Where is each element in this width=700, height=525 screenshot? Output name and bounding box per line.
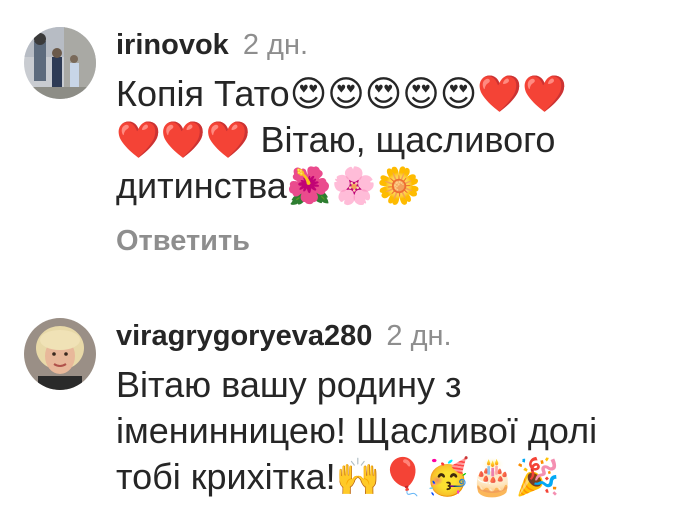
comment-meta: irinovok 2 дн. (116, 27, 680, 63)
woman-portrait-avatar-icon (24, 318, 96, 390)
comment-text-line: Вітаю вашу родину з (116, 364, 462, 405)
comment-content: viragrygoryeva280 2 дн. Вітаю вашу родин… (116, 318, 680, 500)
username[interactable]: viragrygoryeva280 (116, 320, 372, 352)
comment-text-line: ❤️❤️❤️ Вітаю, щасливого (116, 119, 556, 160)
avatar[interactable] (24, 318, 96, 390)
comment-text: Вітаю вашу родину з іменинницею! Щасливо… (116, 362, 680, 500)
comment-text-line: тобі крихітка!🙌🎈🥳🎂🎉 (116, 456, 560, 497)
username[interactable]: irinovok (116, 29, 229, 61)
comment-text: Копія Тато😍😍😍😍😍❤️❤️ ❤️❤️❤️ Вітаю, щаслив… (116, 71, 680, 209)
avatar[interactable] (24, 27, 96, 99)
family-photo-avatar-icon (24, 27, 96, 99)
timestamp: 2 дн. (242, 29, 309, 61)
comment-meta: viragrygoryeva280 2 дн. (116, 318, 680, 354)
comment-text-line: Копія Тато😍😍😍😍😍❤️❤️ (116, 73, 567, 114)
comment-text-line: іменинницею! Щасливої долі (116, 410, 598, 451)
reply-button[interactable]: Ответить (116, 225, 680, 258)
comment-text-line: дитинства🌺🌸🌼 (116, 165, 422, 206)
timestamp: 2 дн. (386, 320, 452, 352)
comment-content: irinovok 2 дн. Копія Тато😍😍😍😍😍❤️❤️ ❤️❤️❤… (116, 27, 680, 258)
